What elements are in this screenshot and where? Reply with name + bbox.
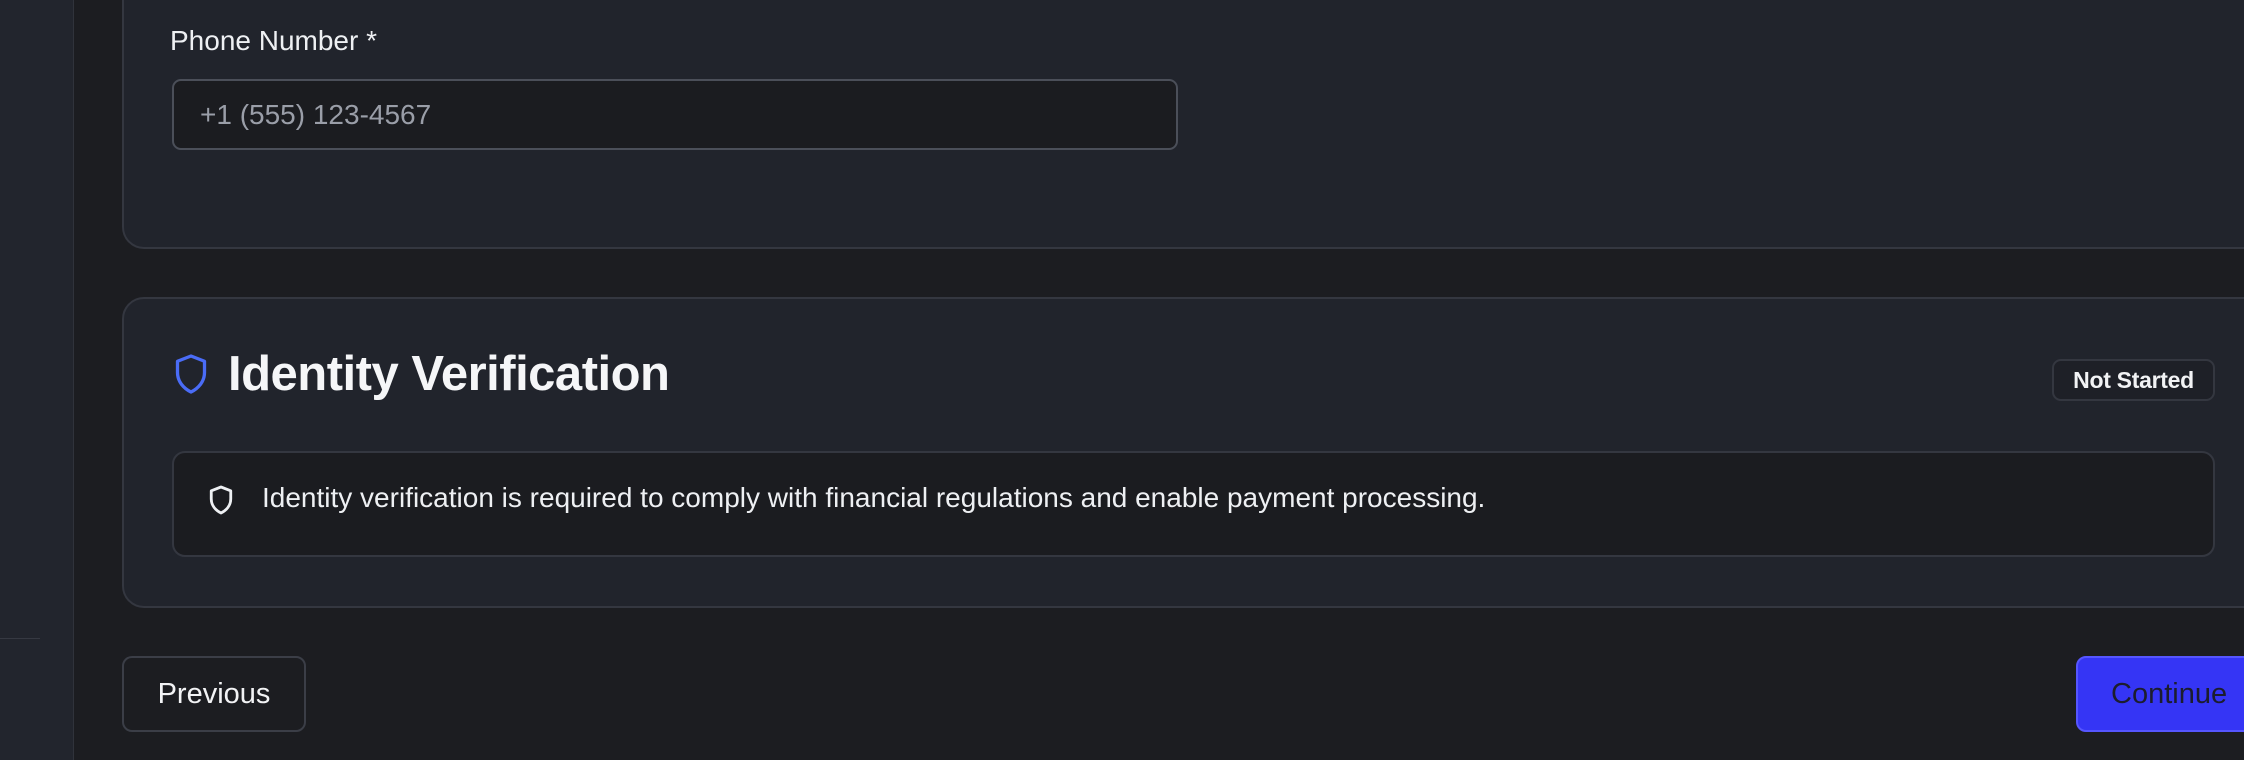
info-notice-text: Identity verification is required to com…	[262, 482, 1486, 513]
sidebar-divider	[0, 638, 40, 639]
phone-number-input[interactable]	[172, 79, 1178, 150]
shield-icon	[175, 354, 207, 394]
sidebar	[0, 0, 74, 760]
continue-button[interactable]: Continue	[2076, 656, 2244, 732]
shield-icon	[209, 485, 233, 515]
phone-number-label: Phone Number *	[170, 25, 378, 56]
status-badge: Not Started	[2052, 359, 2215, 401]
section-title: Identity Verification	[228, 347, 670, 401]
previous-button[interactable]: Previous	[122, 656, 306, 732]
